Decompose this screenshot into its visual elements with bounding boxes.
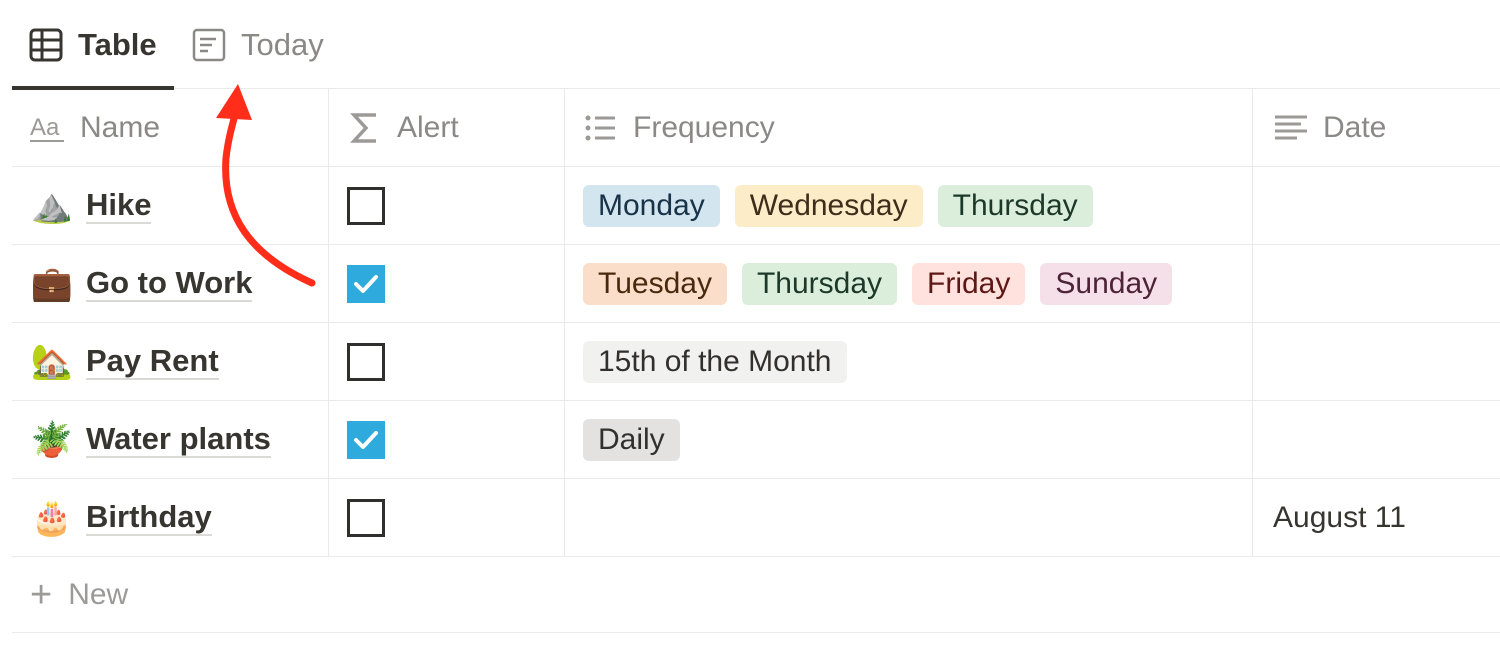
cell-alert: [329, 401, 565, 478]
row-emoji-icon: ⛰️: [30, 186, 74, 225]
row-emoji-icon: 🎂: [30, 498, 74, 537]
cell-date[interactable]: [1253, 401, 1500, 478]
row-name-link[interactable]: Go to Work: [86, 265, 253, 303]
row-name-link[interactable]: Birthday: [86, 499, 212, 537]
column-header-frequency-label: Frequency: [633, 110, 775, 144]
cell-date[interactable]: [1253, 167, 1500, 244]
column-header-alert[interactable]: Alert: [329, 89, 565, 166]
row-emoji-icon: 🪴: [30, 420, 74, 459]
svg-text:Aa: Aa: [30, 114, 60, 141]
table-grid-icon: [29, 28, 63, 62]
text-aa-icon: Aa: [30, 110, 66, 146]
cell-date[interactable]: August 11: [1253, 479, 1500, 556]
new-row-button[interactable]: + New: [12, 557, 1500, 633]
cell-frequency[interactable]: 15th of the Month: [565, 323, 1253, 400]
alert-checkbox[interactable]: [347, 186, 385, 225]
cell-date[interactable]: [1253, 323, 1500, 400]
frequency-tag: 15th of the Month: [583, 340, 847, 383]
alert-checkbox[interactable]: [347, 498, 385, 537]
cell-name[interactable]: 🏡 Pay Rent: [12, 323, 329, 400]
row-name-link[interactable]: Hike: [86, 187, 152, 225]
cell-alert: [329, 167, 565, 244]
cell-name[interactable]: 🎂 Birthday: [12, 479, 329, 556]
frequency-tag: Friday: [912, 262, 1026, 305]
calendar-doc-icon: [192, 28, 226, 62]
cell-date[interactable]: [1253, 245, 1500, 322]
column-header-name-label: Name: [80, 110, 161, 144]
cell-frequency[interactable]: [565, 479, 1253, 556]
cell-alert: [329, 245, 565, 322]
column-header-date[interactable]: Date: [1253, 89, 1500, 166]
alert-checkbox[interactable]: [347, 342, 385, 381]
tab-today-label: Today: [241, 26, 324, 62]
plus-icon: +: [30, 573, 53, 616]
column-header-frequency[interactable]: Frequency: [565, 89, 1253, 166]
row-emoji-icon: 🏡: [30, 342, 74, 381]
date-value: August 11: [1273, 500, 1406, 534]
table-body: ⛰️ Hike Monday Wednesday Thursday 💼 Go to Work…: [12, 167, 1500, 557]
tab-table[interactable]: Table: [12, 0, 174, 90]
column-header-alert-label: Alert: [397, 110, 459, 144]
frequency-tag: Tuesday: [583, 262, 727, 305]
row-emoji-icon: 💼: [30, 264, 74, 303]
frequency-tag: Sunday: [1040, 262, 1173, 305]
tab-today[interactable]: Today: [192, 0, 324, 89]
cell-name[interactable]: 💼 Go to Work: [12, 245, 329, 322]
cell-name[interactable]: 🪴 Water plants: [12, 401, 329, 478]
text-lines-icon: [1273, 110, 1309, 146]
new-row-label: New: [68, 577, 129, 611]
list-bullets-icon: [583, 110, 619, 146]
table-row[interactable]: ⛰️ Hike Monday Wednesday Thursday: [12, 167, 1500, 245]
checkmark-icon: [354, 430, 378, 449]
column-header-name[interactable]: Aa Name: [12, 89, 329, 166]
frequency-tag: Daily: [583, 418, 680, 461]
cell-frequency[interactable]: Tuesday Thursday Friday Sunday: [565, 245, 1253, 322]
table-row[interactable]: 💼 Go to Work Tuesday Thursday Friday Sunday: [12, 245, 1500, 323]
database-table: Aa Name Alert Frequency Date ⛰️ Hike Mon…: [12, 89, 1500, 633]
alert-checkbox[interactable]: [347, 264, 385, 303]
cell-alert: [329, 479, 565, 556]
table-row[interactable]: 🏡 Pay Rent 15th of the Month: [12, 323, 1500, 401]
frequency-tag: Thursday: [741, 262, 898, 305]
cell-frequency[interactable]: Daily: [565, 401, 1253, 478]
cell-frequency[interactable]: Monday Wednesday Thursday: [565, 167, 1253, 244]
tab-table-label: Table: [78, 26, 157, 62]
table-header-row: Aa Name Alert Frequency Date: [12, 89, 1500, 167]
frequency-tag: Thursday: [937, 184, 1093, 227]
table-row[interactable]: 🎂 Birthday August 11: [12, 479, 1500, 557]
checkmark-icon: [354, 274, 378, 293]
column-header-date-label: Date: [1323, 110, 1387, 144]
row-name-link[interactable]: Pay Rent: [86, 343, 219, 381]
table-row[interactable]: 🪴 Water plants Daily: [12, 401, 1500, 479]
alert-checkbox[interactable]: [347, 420, 385, 459]
cell-alert: [329, 323, 565, 400]
frequency-tag: Monday: [583, 184, 720, 227]
row-name-link[interactable]: Water plants: [86, 421, 271, 459]
sigma-formula-icon: [347, 110, 383, 146]
view-tabs: Table Today: [12, 0, 1500, 90]
cell-name[interactable]: ⛰️ Hike: [12, 167, 329, 244]
frequency-tag: Wednesday: [734, 184, 923, 227]
